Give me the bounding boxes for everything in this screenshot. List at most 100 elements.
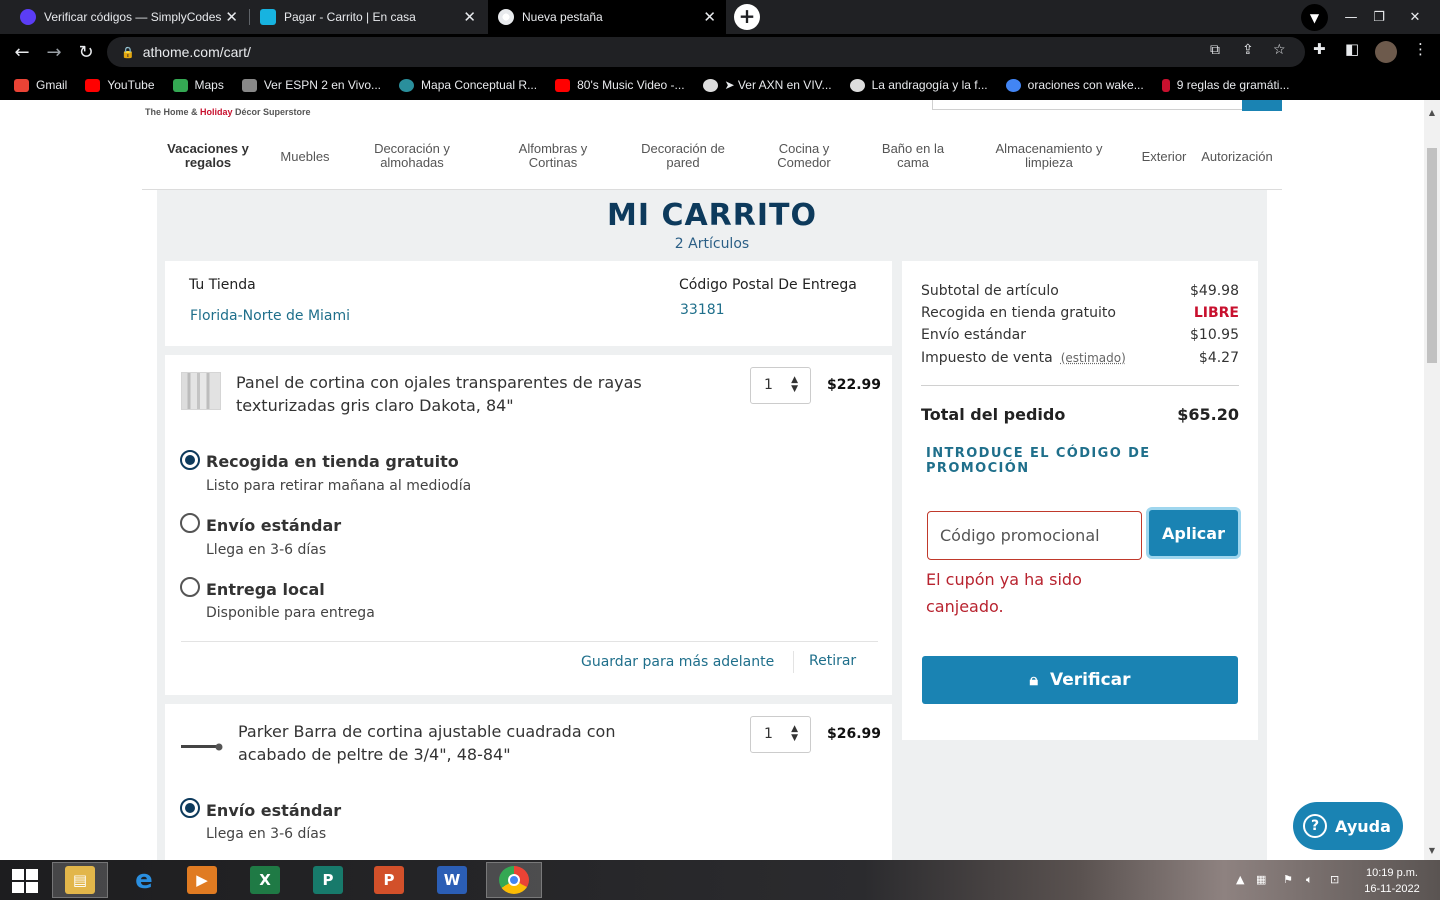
bookmark-andragogia[interactable]: La andragogía y la f... xyxy=(849,78,988,92)
bookmark-espn[interactable]: Ver ESPN 2 en Vivo... xyxy=(241,78,381,92)
checkout-button[interactable]: 🔒︎ Verificar xyxy=(922,656,1238,704)
side-panel-icon[interactable]: ◧ xyxy=(1345,40,1359,58)
close-icon[interactable]: ✕ xyxy=(225,8,238,26)
store-label: Tu Tienda xyxy=(189,277,256,293)
close-icon[interactable]: ✕ xyxy=(703,8,716,26)
nav-item-autorizacion[interactable]: Autorización xyxy=(1194,150,1280,164)
google-icon xyxy=(1005,78,1021,92)
option-subtitle: Llega en 3-6 días xyxy=(206,826,327,842)
nav-item-exterior[interactable]: Exterior xyxy=(1134,150,1194,164)
zip-link[interactable]: 33181 xyxy=(680,302,725,318)
share-icon[interactable]: ⇪ xyxy=(1242,42,1254,58)
quantity-select[interactable]: 1 ▲ ▼ xyxy=(750,367,811,404)
bookmark-oraciones[interactable]: oraciones con wake... xyxy=(1005,78,1144,92)
option-subtitle: Listo para retirar mañana al mediodía xyxy=(206,478,472,494)
nav-item-pared[interactable]: Decoración de pared xyxy=(628,142,738,170)
taskbar-excel[interactable]: X xyxy=(237,862,293,898)
product-name[interactable]: Parker Barra de cortina ajustable cuadra… xyxy=(238,720,658,766)
bookmark-80s[interactable]: 80's Music Video -... xyxy=(555,78,685,92)
cart-item-count: 2 Artículos xyxy=(674,236,750,252)
nav-item-bano[interactable]: Baño en la cama xyxy=(870,142,956,170)
store-link[interactable]: Florida-Norte de Miami xyxy=(190,308,350,324)
back-arrow-icon[interactable]: ← xyxy=(8,38,36,66)
tab-athome-cart[interactable]: Pagar - Carrito | En casa ✕ xyxy=(250,0,486,34)
profile-avatar[interactable] xyxy=(1375,41,1397,63)
extensions-puzzle-icon[interactable]: ✚ xyxy=(1313,40,1326,58)
scrollbar-thumb[interactable] xyxy=(1427,148,1437,363)
restore-icon[interactable]: ❐ xyxy=(1362,0,1396,34)
remove-link[interactable]: Retirar xyxy=(809,653,856,669)
promo-code-link[interactable]: INTRODUCE EL CÓDIGO DE PROMOCIÓN xyxy=(926,446,1258,476)
radio-local-delivery[interactable] xyxy=(180,577,200,597)
bookmark-reglas[interactable]: 9 reglas de gramáti... xyxy=(1161,78,1289,92)
apply-promo-button[interactable]: Aplicar xyxy=(1146,507,1241,559)
save-for-later-link[interactable]: Guardar para más adelante xyxy=(581,654,774,670)
site-search-input[interactable] xyxy=(932,100,1282,110)
bookmark-star-icon[interactable]: ☆ xyxy=(1273,42,1286,58)
tray-app-icon[interactable]: ▦ xyxy=(1256,873,1266,886)
bookmark-mapa[interactable]: Mapa Conceptual R... xyxy=(399,78,537,92)
taskbar-chrome[interactable] xyxy=(486,862,542,898)
window-close-icon[interactable]: ✕ xyxy=(1398,0,1432,34)
bookmark-gmail[interactable]: Gmail xyxy=(14,78,67,92)
summary-row-tax: Impuesto de venta (estimado) $4.27 xyxy=(921,350,1239,366)
bookmark-axn[interactable]: ➤ Ver AXN en VIV... xyxy=(702,78,832,92)
nav-item-almacenamiento[interactable]: Almacenamiento y limpieza xyxy=(980,142,1118,170)
taskbar-internet-explorer[interactable]: e xyxy=(116,862,172,898)
summary-row-pickup: Recogida en tienda gratuito LIBRE xyxy=(921,305,1239,321)
divider xyxy=(793,651,794,673)
nav-item-muebles[interactable]: Muebles xyxy=(270,150,340,164)
system-clock[interactable]: 10:19 p.m. 16-11-2022 xyxy=(1356,865,1428,897)
radio-store-pickup[interactable] xyxy=(180,450,200,470)
product-thumbnail[interactable] xyxy=(181,372,221,410)
scroll-down-icon[interactable]: ▼ xyxy=(1427,846,1437,856)
radio-standard-shipping[interactable] xyxy=(180,798,200,818)
network-icon[interactable]: ⊡ xyxy=(1330,873,1339,886)
new-tab-button[interactable]: + xyxy=(734,4,760,30)
total-value: $65.20 xyxy=(1177,405,1239,424)
tab-search-chevron-icon[interactable]: ▼ xyxy=(1301,4,1328,31)
nav-item-cocina[interactable]: Cocina y Comedor xyxy=(764,142,844,170)
bookmark-label: YouTube xyxy=(107,78,155,92)
tab-new-tab[interactable]: Nueva pestaña ✕ xyxy=(488,0,726,34)
close-icon[interactable]: ✕ xyxy=(463,8,476,26)
flag-icon[interactable]: ⚑ xyxy=(1283,873,1293,886)
promo-code-input[interactable] xyxy=(927,511,1142,560)
tax-estimate-note[interactable]: (estimado) xyxy=(1061,351,1126,365)
taskbar-file-explorer[interactable]: ▤ xyxy=(52,862,108,898)
bookmark-youtube[interactable]: YouTube xyxy=(85,78,155,92)
kebab-menu-icon[interactable]: ⋮ xyxy=(1413,40,1428,58)
taskbar-word[interactable]: W xyxy=(424,862,480,898)
taskbar-media-player[interactable]: ▶ xyxy=(174,862,230,898)
scroll-up-icon[interactable]: ▲ xyxy=(1427,108,1437,118)
volume-icon[interactable]: 🔈︎ xyxy=(1306,873,1313,887)
quantity-select[interactable]: 1 ▲ ▼ xyxy=(750,716,811,753)
taskbar-publisher[interactable]: P xyxy=(300,862,356,898)
help-button[interactable]: ? Ayuda xyxy=(1293,802,1403,850)
globe-icon xyxy=(849,78,865,92)
summary-label: Envío estándar xyxy=(921,327,1026,343)
nav-item-decoracion[interactable]: Decoración y almohadas xyxy=(358,142,466,170)
taskbar-powerpoint[interactable]: P xyxy=(361,862,417,898)
site-search-button[interactable] xyxy=(1242,100,1282,111)
forward-arrow-icon[interactable]: → xyxy=(40,38,68,66)
address-bar[interactable]: 🔒 athome.com/cart/ xyxy=(107,37,1305,67)
radio-standard-shipping[interactable] xyxy=(180,513,200,533)
site-favicon-icon xyxy=(399,78,415,92)
lock-icon: 🔒︎ xyxy=(1029,670,1038,689)
maps-icon xyxy=(172,78,188,92)
nav-item-vacaciones[interactable]: Vacaciones y regalos xyxy=(160,142,256,170)
product-thumbnail[interactable] xyxy=(181,737,223,751)
product-name[interactable]: Panel de cortina con ojales transparente… xyxy=(236,371,706,417)
option-title: Envío estándar xyxy=(206,516,342,535)
tab-simplycodes[interactable]: Verificar códigos — SimplyCodes ✕ xyxy=(10,0,248,34)
product-price: $26.99 xyxy=(827,726,882,742)
tray-expand-icon[interactable]: ▲ xyxy=(1236,873,1244,886)
lock-icon: 🔒 xyxy=(121,46,135,59)
bookmark-maps[interactable]: Maps xyxy=(172,78,224,92)
windows-start-icon[interactable] xyxy=(12,869,38,893)
summary-value: $49.98 xyxy=(1190,283,1239,299)
reload-icon[interactable]: ↻ xyxy=(72,38,100,66)
nav-item-alfombras[interactable]: Alfombras y Cortinas xyxy=(502,142,604,170)
translate-icon[interactable]: ⧉ xyxy=(1210,42,1220,58)
